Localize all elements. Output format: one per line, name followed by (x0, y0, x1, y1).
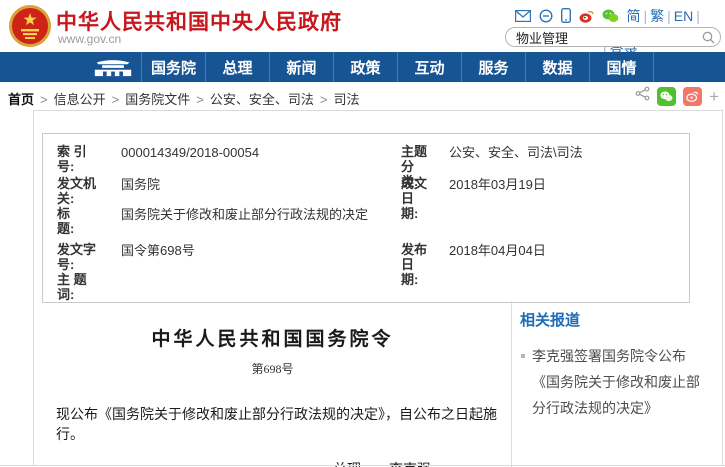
breadcrumb-state-council-docs[interactable]: 国务院文件 (125, 92, 190, 107)
decree-title: 中华人民共和国国务院令 (34, 324, 511, 351)
signer-name: 李克强 (389, 461, 431, 467)
weibo-icon[interactable] (579, 9, 594, 26)
mail-icon[interactable] (515, 9, 531, 25)
lang-simplified-link[interactable]: 简 (626, 8, 640, 24)
meta-label-empty (387, 272, 435, 296)
decree-text: 现公布《国务院关于修改和废止部分行政法规的决定》，自公布之日起施行。 (34, 404, 511, 444)
tiananmen-home-icon (91, 57, 135, 77)
lang-english-link[interactable]: EN (674, 8, 693, 24)
meta-label-topic-category: 主题分 类: (387, 144, 435, 176)
meta-label-issuing-agency: 发文机 关: (43, 176, 121, 206)
nav-home[interactable] (85, 52, 141, 82)
breadcrumb: 首页 > 信息公开 > 国务院文件 > 公安、安全、司法 > 司法 (8, 89, 359, 108)
nav-item-data[interactable]: 数据 (525, 52, 589, 82)
meta-label-empty (387, 206, 435, 242)
meta-label-doc-number: 发文字 号: (43, 242, 121, 272)
nav-item-interact[interactable]: 互动 (397, 52, 461, 82)
meta-value-issuing-agency: 国务院 (121, 176, 387, 206)
page-bottom-divider (0, 465, 725, 466)
meta-value-empty (435, 206, 689, 242)
share-more-icon[interactable]: + (709, 88, 719, 105)
search-icon[interactable] (702, 31, 715, 44)
share-icon[interactable] (635, 86, 650, 106)
document-body: 中华人民共和国国务院令 第698号 现公布《国务院关于修改和废止部分行政法规的决… (34, 324, 511, 467)
site-search (505, 27, 721, 47)
nav-item-national[interactable]: 国情 (589, 52, 653, 82)
related-news-link[interactable]: 李克强签署国务院令公布《国务院关于修改和废止部分行政法规的决定》 (520, 343, 712, 421)
breadcrumb-separator: > (112, 92, 120, 107)
meta-label-date-written: 成文日 期: (387, 176, 435, 206)
accessibility-circle-icon[interactable] (539, 9, 553, 26)
document-meta-table: 索 引 号: 000014349/2018-00054 主题分 类: 公安、安全… (42, 133, 690, 303)
meta-label-title: 标 题: (43, 206, 121, 242)
meta-value-date-written: 2018年03月19日 (435, 176, 689, 206)
meta-label-keywords: 主 题 词: (43, 272, 121, 296)
nav-divider (653, 52, 654, 82)
related-news-title[interactable]: 相关报道 (520, 309, 723, 330)
lang-traditional-link[interactable]: 繁 (650, 8, 664, 24)
main-nav: 国务院 总理 新闻 政策 互动 服务 数据 国情 (0, 52, 725, 82)
meta-value-doc-number: 国令第698号 (121, 242, 387, 272)
breadcrumb-separator: > (40, 92, 48, 107)
breadcrumb-separator: > (320, 92, 328, 107)
meta-label-date-published: 发布日 期: (387, 242, 435, 272)
signer-role: 总理 (333, 461, 361, 467)
meta-value-topic-category: 公安、安全、司法\司法 (435, 144, 689, 176)
breadcrumb-public-security[interactable]: 公安、安全、司法 (210, 92, 314, 107)
nav-item-policy[interactable]: 政策 (333, 52, 397, 82)
site-header: 中华人民共和国中央人民政府 www.gov.cn 简|繁|EN|注册 |登录 (0, 0, 725, 52)
nav-item-state-council[interactable]: 国务院 (141, 52, 205, 82)
decree-number: 第698号 (34, 360, 511, 377)
meta-value-date-published: 2018年04月04日 (435, 242, 689, 272)
nav-item-premier[interactable]: 总理 (205, 52, 269, 82)
breadcrumb-info-disclosure[interactable]: 信息公开 (54, 92, 106, 107)
gov-cn-page: 中华人民共和国中央人民政府 www.gov.cn 简|繁|EN|注册 |登录 (0, 0, 725, 467)
breadcrumb-justice[interactable]: 司法 (333, 92, 359, 107)
share-toolbar: + (635, 86, 719, 106)
content-panel: 索 引 号: 000014349/2018-00054 主题分 类: 公安、安全… (33, 110, 723, 466)
separator: | (643, 8, 647, 24)
share-wechat-icon[interactable] (657, 87, 676, 106)
related-news-sidebar: 相关报道 李克强签署国务院令公布《国务院关于修改和废止部分行政法规的决定》 (511, 301, 723, 467)
search-input[interactable] (516, 29, 696, 45)
meta-label-index-no: 索 引 号: (43, 144, 121, 176)
meta-value-empty (435, 272, 689, 296)
wechat-icon[interactable] (602, 9, 619, 26)
share-weibo-icon[interactable] (683, 87, 702, 106)
nav-item-services[interactable]: 服务 (461, 52, 525, 82)
separator: | (667, 8, 671, 24)
meta-value-keywords (121, 272, 387, 296)
national-emblem-logo[interactable] (8, 3, 52, 50)
breadcrumb-home[interactable]: 首页 (8, 92, 34, 107)
meta-value-index-no: 000014349/2018-00054 (121, 144, 387, 176)
site-url: www.gov.cn (58, 32, 121, 46)
nav-item-news[interactable]: 新闻 (269, 52, 333, 82)
mobile-icon[interactable] (561, 8, 571, 26)
meta-value-title: 国务院关于修改和废止部分行政法规的决定 (121, 206, 387, 242)
separator: | (696, 8, 700, 24)
breadcrumb-separator: > (196, 92, 204, 107)
